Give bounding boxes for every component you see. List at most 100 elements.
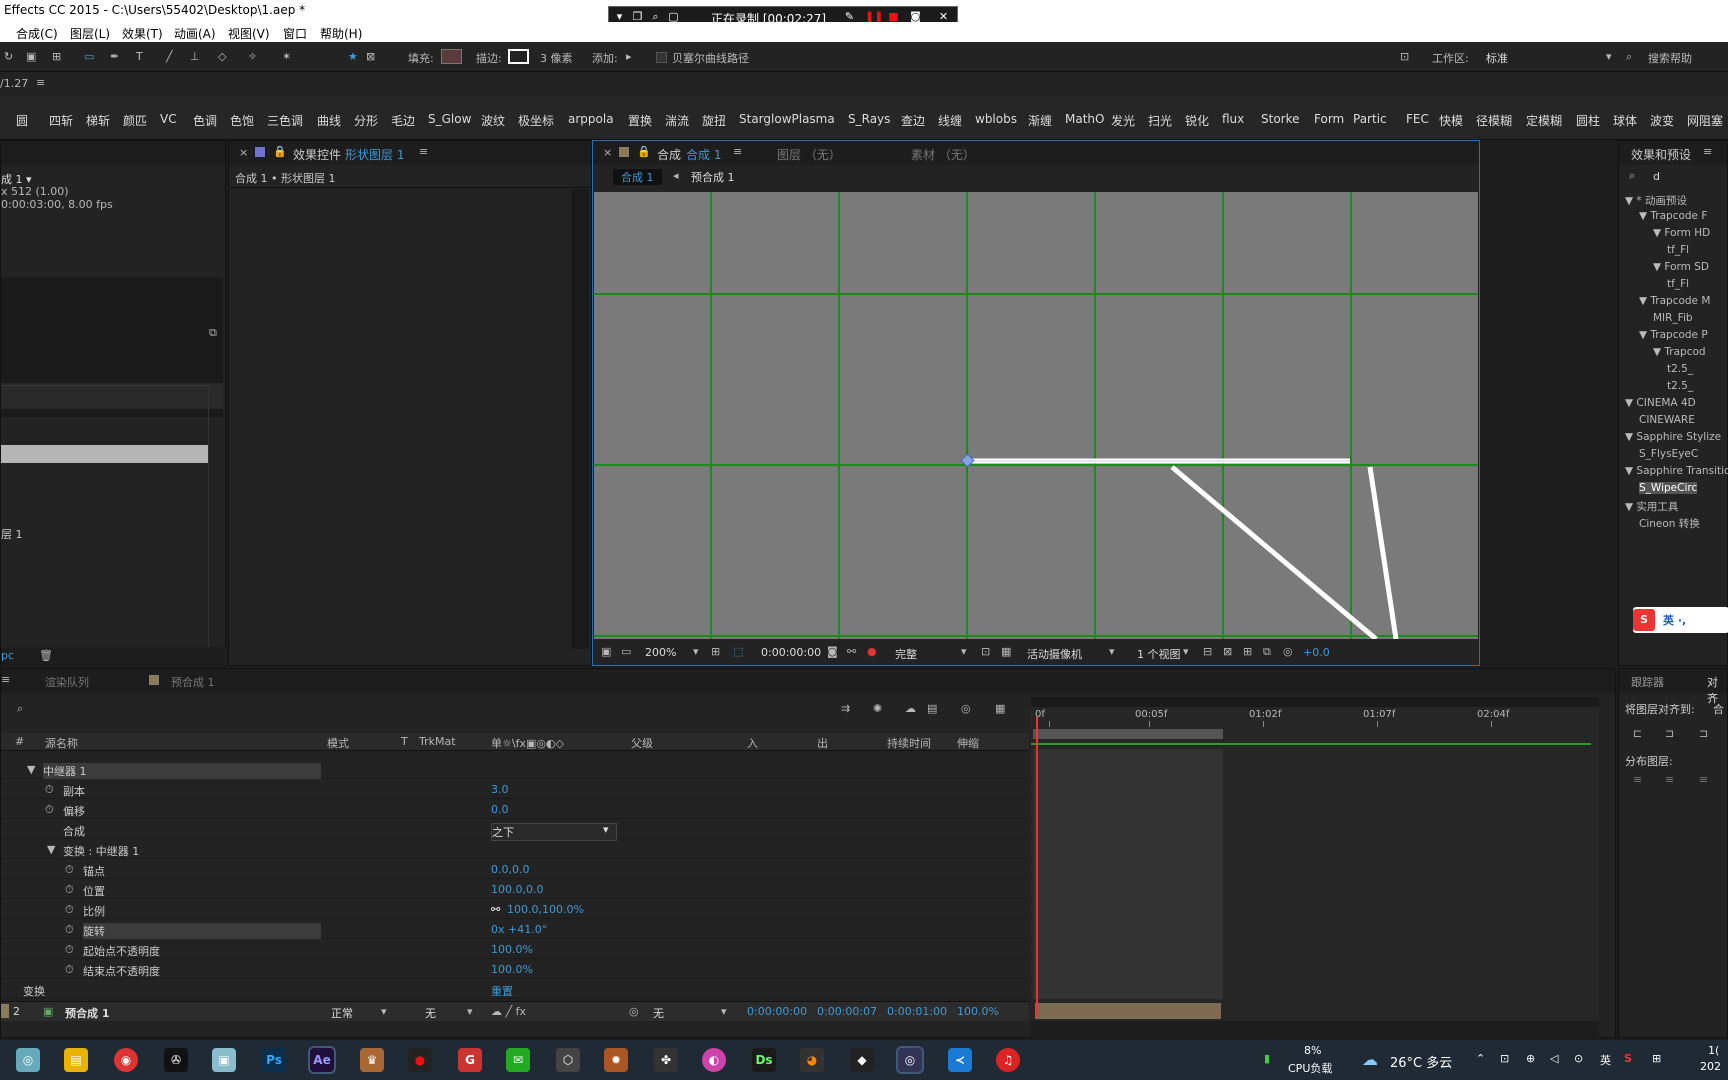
record-icon[interactable]: ● <box>408 1048 432 1072</box>
effect-shortcut-item[interactable]: 颜匹 <box>123 112 147 129</box>
menu-help[interactable]: 帮助(H) <box>320 25 362 42</box>
brush-tool-icon[interactable]: ╱ <box>166 50 173 63</box>
effects-presets-tab[interactable]: 效果和预设 <box>1631 146 1691 163</box>
composition-viewer[interactable] <box>594 192 1478 639</box>
workspace-select[interactable]: 标准 <box>1486 50 1508 66</box>
timeline-property-row[interactable]: 比例 ⏱ 100.0,100.0% ⚯ <box>1 899 1029 919</box>
fill-swatch[interactable] <box>441 49 462 64</box>
graph-icon[interactable]: ▦ <box>995 702 1005 715</box>
sogou-tray-icon[interactable]: S <box>1624 1052 1632 1065</box>
stroke-label[interactable]: 描边: <box>476 50 502 66</box>
align-right-icon[interactable]: ⊐ <box>1699 727 1708 740</box>
effect-shortcut-item[interactable]: 色调 <box>193 112 217 129</box>
constrain-proportions-icon[interactable]: ⚯ <box>491 903 500 916</box>
stopwatch-icon[interactable]: ⏱ <box>65 943 74 957</box>
app-icon[interactable]: ◎ <box>16 1048 40 1072</box>
distribute-bottom-icon[interactable]: ≡ <box>1699 773 1708 786</box>
property-value[interactable]: 重置 <box>491 983 513 999</box>
timeline-graph[interactable]: 0f 00:05f 01:02f 01:07f 02:04f <box>1031 697 1599 1037</box>
graph-editor-icon[interactable]: ⇉ <box>841 702 850 715</box>
effects-tree-item[interactable]: ▼ Form SD <box>1653 261 1709 273</box>
time-ruler[interactable]: 0f 00:05f 01:02f 01:07f 02:04f <box>1031 707 1599 727</box>
header-stretch[interactable]: 伸缩 <box>957 735 979 751</box>
effect-shortcut-item[interactable]: 快模 <box>1439 112 1463 129</box>
effects-tree-item[interactable]: ▼ 实用工具 <box>1625 499 1678 514</box>
mode-dropdown-icon[interactable]: ▾ <box>381 1005 387 1018</box>
effects-tree-item[interactable]: Cineon 转换 <box>1639 516 1700 531</box>
effect-shortcut-item[interactable]: 线缠 <box>938 112 962 129</box>
align-left-icon[interactable]: ⊏ <box>1633 727 1642 740</box>
c4d-icon[interactable]: ◎ <box>896 1046 924 1074</box>
effect-shortcut-item[interactable]: flux <box>1222 112 1244 126</box>
effect-shortcut-item[interactable]: 圆柱 <box>1576 112 1600 129</box>
layer-parent-select[interactable]: 无 <box>653 1005 664 1021</box>
weather-text[interactable]: 26°C 多云 <box>1390 1052 1452 1071</box>
effect-shortcut-item[interactable]: 旋扭 <box>702 112 726 129</box>
effect-shortcut-item[interactable]: 发光 <box>1111 112 1135 129</box>
layer-name[interactable]: 预合成 1 <box>65 1005 109 1021</box>
layer-in[interactable]: 0:00:00:00 <box>747 1005 807 1018</box>
distribute-top-icon[interactable]: ≡ <box>1633 773 1642 786</box>
unity-icon[interactable]: ◆ <box>850 1048 874 1072</box>
property-value[interactable]: 100.0,100.0% <box>507 903 584 916</box>
effect-shortcut-item[interactable]: 三色调 <box>267 112 303 129</box>
timeline-property-row[interactable]: 中继器 1 ▼ <box>1 759 1029 779</box>
effect-shortcut-item[interactable]: 极坐标 <box>518 112 554 129</box>
property-value[interactable]: 0.0,0.0 <box>491 863 529 876</box>
effect-shortcut-item[interactable]: MathO <box>1065 112 1104 126</box>
speaker-icon[interactable]: ◁ <box>1550 1052 1558 1065</box>
timeline-property-row[interactable]: 变换 重置 <box>1 979 1029 999</box>
breadcrumb-precomp[interactable]: 预合成 1 <box>691 169 735 185</box>
property-value[interactable]: 100.0,0.0 <box>491 883 543 896</box>
timeline-icon[interactable]: ⊞ <box>1243 645 1252 658</box>
render-queue-tab[interactable]: 渲染队列 <box>45 674 89 690</box>
cube-icon[interactable]: ⬡ <box>556 1048 580 1072</box>
close-tab-icon[interactable]: × <box>239 146 248 159</box>
menu-layer[interactable]: 图层(L) <box>70 25 110 42</box>
stopwatch-icon[interactable]: ⏱ <box>45 783 54 797</box>
effect-shortcut-item[interactable]: 渐缠 <box>1028 112 1052 129</box>
close-tab-icon[interactable]: × <box>603 146 612 159</box>
stroke-width[interactable]: 3 像素 <box>540 50 573 66</box>
effect-shortcut-item[interactable]: 毛边 <box>391 112 415 129</box>
snapshot-icon[interactable]: ◙ <box>827 645 838 658</box>
camera-tool-icon[interactable]: ▣ <box>26 50 36 63</box>
effects-tree-item[interactable]: ▼ Trapcode P <box>1639 329 1708 341</box>
tray-icon[interactable]: ⊡ <box>1500 1052 1509 1065</box>
effect-shortcut-item[interactable]: 网阻塞 <box>1687 112 1723 129</box>
effect-shortcut-item[interactable]: 波变 <box>1650 112 1674 129</box>
tracker-tab[interactable]: 跟踪器 <box>1631 674 1664 690</box>
align-to-value[interactable]: 合 <box>1713 701 1724 717</box>
fill-label[interactable]: 填充: <box>408 50 434 66</box>
eraser-tool-icon[interactable]: ◇ <box>218 50 226 63</box>
search-icon[interactable]: ⌕ <box>1626 50 1632 64</box>
work-area-bar[interactable] <box>1031 697 1599 707</box>
effects-tree-item[interactable]: tf_Fl <box>1667 244 1689 256</box>
timecode[interactable]: 0:00:00:00 <box>761 646 821 659</box>
vscode-icon[interactable]: ≺ <box>948 1048 972 1072</box>
toggle-pixel-aspect-icon[interactable]: ⊟ <box>1203 645 1212 658</box>
menu-window[interactable]: 窗口 <box>283 25 307 42</box>
layer-color-label[interactable] <box>1 1004 9 1018</box>
after-effects-icon[interactable]: Ae <box>308 1046 336 1074</box>
effects-tree-item[interactable]: ▼ Sapphire Transition <box>1625 465 1728 477</box>
timeline-zoom-bar[interactable] <box>1031 1021 1599 1039</box>
precomp-tab[interactable]: 预合成 1 <box>171 674 215 690</box>
effect-shortcut-item[interactable]: FEC <box>1406 112 1429 126</box>
effect-shortcut-item[interactable]: StarglowPlasma <box>739 112 835 126</box>
effects-tree-item[interactable]: tf_Fl <box>1667 278 1689 290</box>
pen-tool-icon[interactable]: ✒ <box>110 50 119 63</box>
monitor-icon[interactable]: ▭ <box>621 645 631 658</box>
effect-shortcut-item[interactable]: 球体 <box>1613 112 1637 129</box>
effect-shortcut-item[interactable]: 曲线 <box>317 112 341 129</box>
effects-tree-item[interactable]: ▼ Trapcod <box>1653 346 1706 358</box>
effects-tree-item[interactable]: t2.5_ <box>1667 380 1693 392</box>
puppet-tool-icon[interactable]: ✶ <box>282 50 291 63</box>
dropdown-icon[interactable]: ▾ <box>603 823 609 836</box>
property-value[interactable]: 0x +41.0° <box>491 923 547 936</box>
effect-shortcut-item[interactable]: S_Rays <box>848 112 890 126</box>
effect-shortcut-item[interactable]: 梯斩 <box>86 112 110 129</box>
rectangle-tool-icon[interactable]: ▭ <box>84 50 94 63</box>
effects-tree-item[interactable]: CINEWARE <box>1639 414 1695 426</box>
bezier-checkbox[interactable] <box>656 52 667 63</box>
